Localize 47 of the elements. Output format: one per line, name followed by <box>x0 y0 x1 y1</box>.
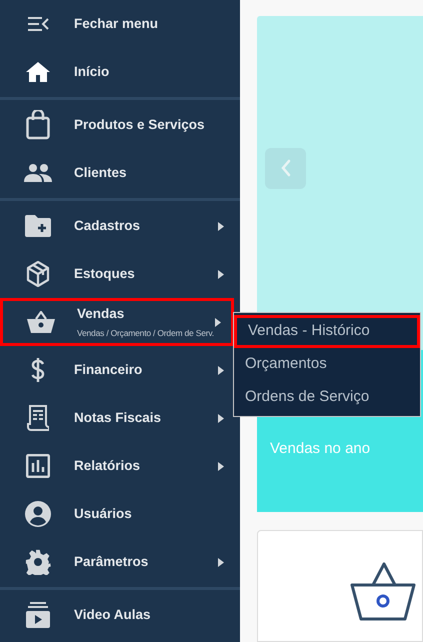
submenu-item[interactable]: Orçamentos <box>234 348 420 381</box>
video-icon <box>26 602 50 628</box>
menu-label: Notas Fiscais <box>74 408 162 427</box>
settings-icon <box>25 549 51 575</box>
menu-subtitle: Vendas / Orçamento / Ordem de Serv. <box>77 327 215 340</box>
menu-item[interactable]: Cadastros <box>0 202 234 250</box>
bar-chart-icon <box>26 454 50 478</box>
menu-item[interactable]: Usuários <box>0 490 234 538</box>
menu-item[interactable]: Clientes <box>0 149 234 197</box>
folder-plus-icon <box>25 215 51 237</box>
home-icon <box>26 62 50 82</box>
menu-item[interactable]: Notas Fiscais <box>0 394 234 442</box>
people-icon <box>24 164 52 182</box>
sales-label: Vendas no ano <box>270 439 372 459</box>
submenu-item[interactable]: Ordens de Serviço <box>234 381 420 414</box>
menu-item[interactable]: Fechar menu <box>0 0 234 48</box>
basket-icon <box>349 561 417 623</box>
menu-item[interactable]: Início <box>0 48 234 96</box>
menu-item[interactable]: Vendas Vendas / Orçamento / Ordem de Serv. <box>0 298 234 346</box>
menu-item[interactable]: Relatórios <box>0 442 234 490</box>
menu-label: Parâmetros <box>74 552 150 571</box>
menu-label: Financeiro <box>74 360 144 379</box>
menu-label: Início <box>74 62 110 81</box>
dollar-icon <box>31 358 45 382</box>
menu-label: Cadastros <box>74 216 142 235</box>
menu-label: Usuários <box>74 504 133 523</box>
box-icon <box>26 261 50 287</box>
menu-close-icon <box>27 17 49 31</box>
menu-item[interactable]: Video Aulas <box>0 591 234 639</box>
menu-label: Fechar menu <box>74 14 160 33</box>
shopping-bag-icon <box>26 110 50 140</box>
chevron-left-icon <box>280 159 290 177</box>
menu-label: Relatórios <box>74 456 142 475</box>
menu-item[interactable]: Financeiro <box>0 346 234 394</box>
menu-label: Clientes <box>74 164 128 182</box>
menu-item[interactable]: Produtos e Serviços <box>0 101 234 149</box>
menu-label: Estoques <box>74 264 136 283</box>
menu-label: Vendas <box>77 305 126 323</box>
submenu-item[interactable]: Vendas - Histórico <box>234 315 420 348</box>
basket-icon <box>27 311 55 333</box>
menu-item[interactable]: Parâmetros <box>0 538 234 586</box>
menu-label: Produtos e Serviços <box>74 116 206 134</box>
receipt-icon <box>27 405 49 431</box>
previous-button[interactable] <box>265 148 306 188</box>
menu-label: Video Aulas <box>74 606 152 624</box>
user-icon <box>25 501 51 527</box>
menu-item[interactable]: Estoques <box>0 250 234 298</box>
